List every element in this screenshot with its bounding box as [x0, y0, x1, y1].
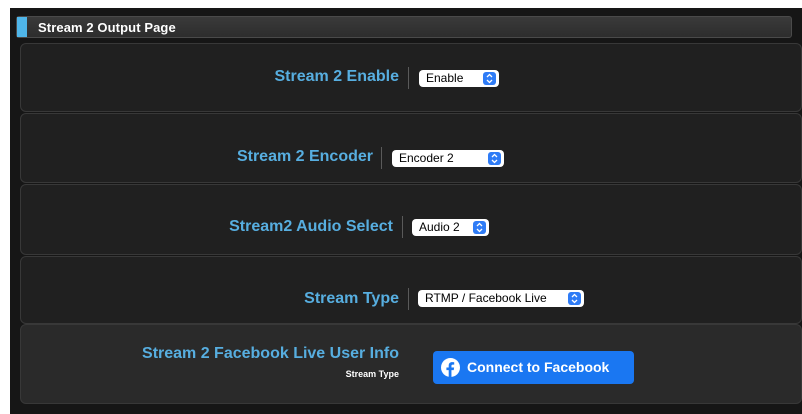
audio-select-value: Audio 2	[419, 220, 460, 234]
row-divider	[408, 288, 409, 310]
stream-type-value: RTMP / Facebook Live	[425, 291, 547, 305]
select-arrow-icon	[473, 221, 486, 234]
select-arrow-icon	[568, 292, 581, 305]
stream-encoder-select[interactable]: Encoder 2	[392, 150, 504, 167]
header-accent-bar	[17, 17, 27, 37]
stream-encoder-label: Stream 2 Encoder	[236, 148, 373, 165]
page: Stream 2 Output Page Stream 2 Enable Ena…	[0, 0, 802, 414]
facebook-stream-type-sublabel: Stream Type	[345, 369, 399, 379]
row-stream-encoder: Stream 2 Encoder Encoder 2	[20, 113, 802, 183]
row-stream-type: Stream Type RTMP / Facebook Live	[20, 256, 802, 324]
row-audio-select: Stream2 Audio Select Audio 2	[20, 184, 802, 255]
select-arrow-icon	[488, 152, 501, 165]
row-divider	[408, 67, 409, 89]
facebook-icon	[441, 358, 460, 377]
audio-select-label: Stream2 Audio Select	[229, 218, 393, 235]
stream-enable-label: Stream 2 Enable	[274, 68, 400, 85]
connect-to-facebook-label: Connect to Facebook	[467, 359, 610, 375]
row-facebook-live: Stream 2 Facebook Live User Info Stream …	[20, 324, 802, 404]
facebook-live-label: Stream 2 Facebook Live User Info	[142, 345, 399, 362]
page-title: Stream 2 Output Page	[38, 20, 176, 35]
stream-enable-value: Enable	[426, 71, 464, 85]
audio-select-select[interactable]: Audio 2	[412, 219, 489, 236]
stream-type-select[interactable]: RTMP / Facebook Live	[418, 290, 584, 307]
select-arrow-icon	[483, 72, 496, 85]
output-panel: Stream 2 Output Page Stream 2 Enable Ena…	[10, 8, 802, 414]
row-stream-enable: Stream 2 Enable Enable	[20, 43, 802, 112]
stream-enable-select[interactable]: Enable	[419, 70, 499, 87]
connect-to-facebook-button[interactable]: Connect to Facebook	[433, 351, 634, 384]
stream-type-label: Stream Type	[304, 290, 399, 307]
row-divider	[381, 147, 382, 169]
page-header: Stream 2 Output Page	[16, 16, 792, 38]
stream-encoder-value: Encoder 2	[399, 151, 454, 165]
row-divider	[402, 216, 403, 238]
